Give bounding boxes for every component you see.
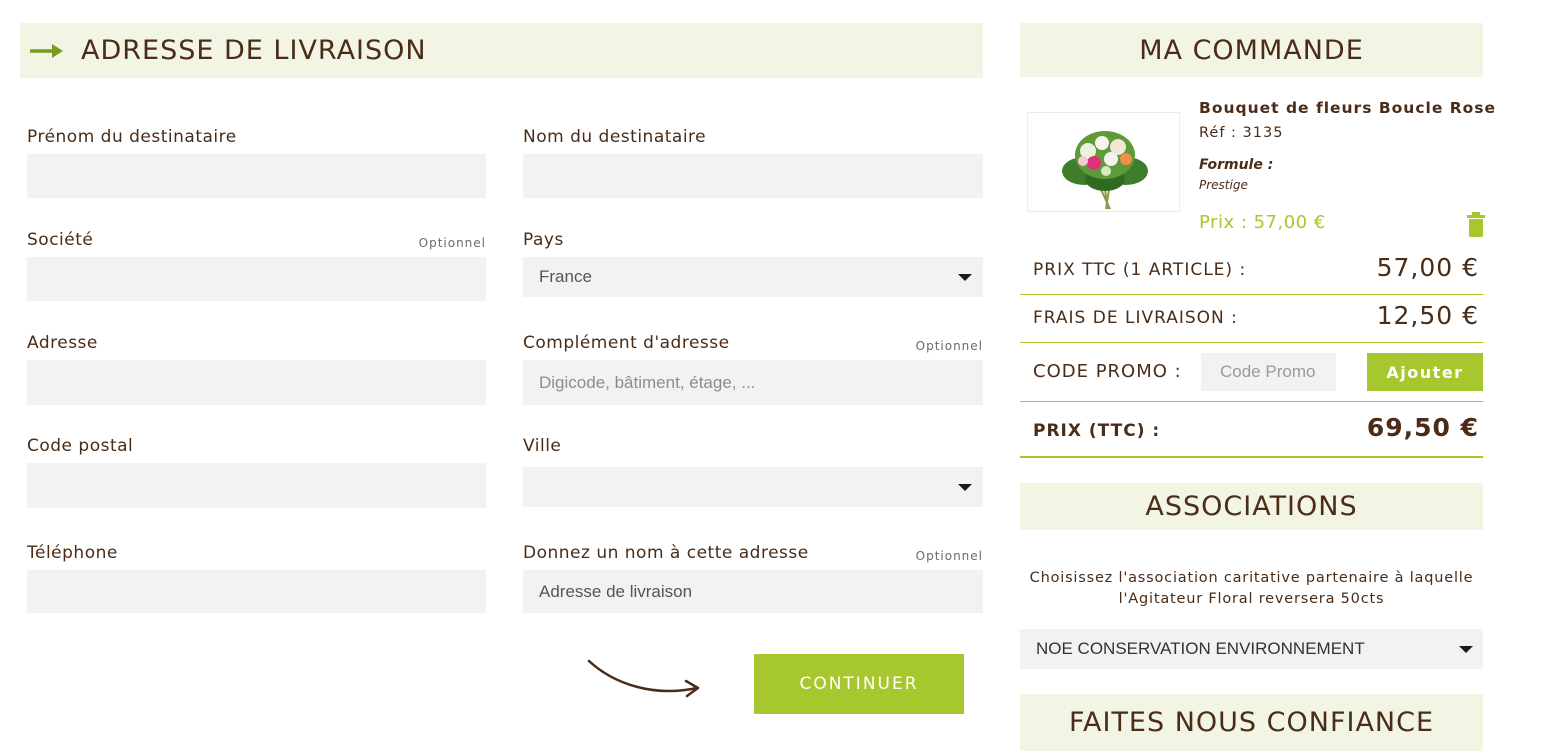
company-label: Société (27, 230, 94, 250)
postal-code-field: Code postal (27, 434, 486, 508)
subtotal-value: 57,00 € (1376, 253, 1479, 282)
continue-button[interactable]: CONTINUER (754, 654, 964, 714)
subtotal-row: PRIX TTC (1 ARTICLE) : 57,00 € (1020, 246, 1483, 295)
company-field: Société Optionnel (27, 228, 486, 301)
association-select[interactable]: NOE CONSERVATION ENVIRONNEMENT (1020, 629, 1483, 669)
total-label: PRIX (TTC) : (1033, 421, 1161, 441)
shipping-row: FRAIS DE LIVRAISON : 12,50 € (1020, 295, 1483, 343)
postal-code-label: Code postal (27, 436, 134, 456)
optional-tag: Optionnel (915, 339, 983, 353)
phone-input[interactable] (27, 570, 486, 613)
arrow-right-icon (30, 43, 63, 58)
address2-placeholder: Digicode, bâtiment, étage, ... (539, 372, 756, 392)
city-field: Ville (523, 434, 983, 507)
product-formule-label: Formule : (1199, 157, 1274, 173)
chevron-down-icon (958, 274, 972, 281)
address-field: Adresse (27, 331, 486, 405)
chevron-down-icon (958, 484, 972, 491)
optional-tag: Optionnel (418, 236, 486, 250)
country-field: Pays France (523, 228, 983, 297)
promo-label: CODE PROMO : (1033, 361, 1182, 382)
product-name[interactable]: Bouquet de fleurs Boucle Rose (1199, 99, 1496, 117)
association-select-value: NOE CONSERVATION ENVIRONNEMENT (1036, 639, 1365, 658)
first-name-label: Prénom du destinataire (27, 127, 237, 147)
total-row: PRIX (TTC) : 69,50 € (1020, 402, 1483, 458)
trash-icon[interactable] (1466, 212, 1486, 237)
product-ref: Réf : 3135 (1199, 125, 1284, 141)
postal-code-input[interactable] (27, 463, 486, 508)
address-label: Adresse (27, 333, 98, 353)
curved-arrow-icon (587, 659, 700, 698)
country-select[interactable]: France (523, 257, 983, 297)
associations-description: Choisissez l'association caritative part… (1029, 570, 1474, 607)
add-promo-button[interactable]: Ajouter (1367, 353, 1483, 391)
product-formule-value: Prestige (1199, 178, 1248, 192)
shipping-value: 12,50 € (1376, 301, 1479, 330)
order-section-title: MA COMMANDE (1020, 23, 1483, 77)
phone-field: Téléphone (27, 541, 486, 613)
associations-title: ASSOCIATIONS (1020, 483, 1483, 530)
last-name-field: Nom du destinataire (523, 125, 983, 198)
country-label: Pays (523, 230, 564, 250)
subtotal-label: PRIX TTC (1 ARTICLE) : (1033, 260, 1247, 280)
promo-code-input[interactable] (1201, 353, 1336, 391)
optional-tag: Optionnel (915, 549, 983, 563)
address-name-field: Donnez un nom à cette adresse Optionnel … (523, 541, 983, 613)
address-name-input[interactable]: Adresse de livraison (523, 570, 983, 613)
total-value: 69,50 € (1366, 413, 1479, 442)
address2-label: Complément d'adresse (523, 333, 730, 353)
company-input[interactable] (27, 257, 486, 301)
first-name-input[interactable] (27, 154, 486, 198)
address-name-label: Donnez un nom à cette adresse (523, 543, 809, 563)
city-select[interactable] (523, 467, 983, 507)
address-name-value: Adresse de livraison (539, 581, 693, 601)
phone-label: Téléphone (27, 543, 118, 563)
first-name-field: Prénom du destinataire (27, 125, 486, 198)
last-name-input[interactable] (523, 154, 983, 198)
address-input[interactable] (27, 360, 486, 405)
address-section-header: ADRESSE DE LIVRAISON (20, 23, 983, 78)
trust-section-title: FAITES NOUS CONFIANCE (1020, 694, 1483, 751)
product-price: Prix : 57,00 € (1199, 212, 1326, 233)
address-section-title: ADRESSE DE LIVRAISON (81, 35, 427, 66)
bouquet-image (1062, 131, 1148, 210)
last-name-label: Nom du destinataire (523, 127, 707, 147)
chevron-down-icon (1459, 646, 1473, 653)
shipping-label: FRAIS DE LIVRAISON : (1033, 308, 1238, 328)
address2-input[interactable]: Digicode, bâtiment, étage, ... (523, 360, 983, 405)
product-image[interactable] (1027, 112, 1180, 212)
country-select-value: France (539, 267, 592, 286)
address2-field: Complément d'adresse Optionnel Digicode,… (523, 331, 983, 405)
city-label: Ville (523, 436, 562, 456)
